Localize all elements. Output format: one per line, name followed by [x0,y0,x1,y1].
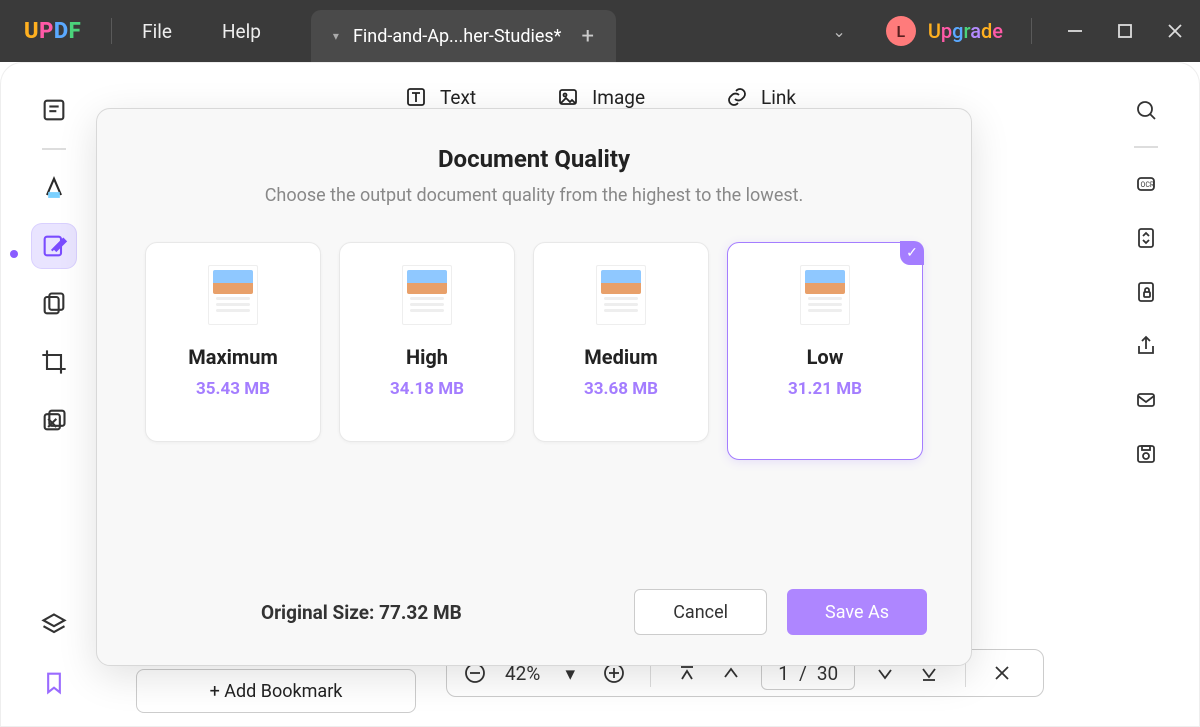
edit-text-button[interactable]: Text [404,85,476,109]
option-size: 35.43 MB [196,379,270,399]
dialog-footer: Original Size: 77.32 MB Cancel Save As [141,589,927,635]
option-label: Low [807,345,844,369]
image-icon [556,85,580,109]
avatar: L [886,16,916,46]
edit-image-button[interactable]: Image [556,85,645,109]
edit-tool-icon[interactable] [32,224,76,268]
tab-dropdown-icon[interactable]: ▾ [333,29,339,43]
edit-link-button[interactable]: Link [725,85,796,109]
edit-link-label: Link [761,86,796,109]
thumbnail-icon [596,265,646,325]
window-close-icon[interactable] [1150,0,1200,62]
option-size: 33.68 MB [584,379,658,399]
window-minimize-icon[interactable] [1050,0,1100,62]
upgrade-label: Upgrade [928,19,1003,43]
selected-check-icon: ✓ [900,241,924,265]
left-tool-rail [14,72,94,717]
edit-image-label: Image [592,86,645,109]
thumbnail-icon [208,265,258,325]
tab-add-icon[interactable]: + [575,24,593,49]
document-quality-dialog: Document Quality Choose the output docum… [96,108,972,666]
thumbnail-icon [402,265,452,325]
reader-tool-icon[interactable] [32,88,76,132]
link-icon [725,85,749,109]
add-bookmark-button[interactable]: + Add Bookmark [136,669,416,713]
ocr-icon[interactable]: OCR [1126,164,1166,204]
option-size: 34.18 MB [390,379,464,399]
window-separator [1031,18,1032,44]
save-icon[interactable] [1126,434,1166,474]
save-as-button[interactable]: Save As [787,589,927,635]
option-label: Medium [584,345,657,369]
edit-text-label: Text [440,86,476,109]
rail-divider [42,148,66,150]
close-bar-icon[interactable] [988,659,1016,687]
layers-panel-icon[interactable] [32,603,76,647]
option-size: 31.21 MB [788,379,862,399]
original-size-label: Original Size: 77.32 MB [261,601,462,624]
quality-option-medium[interactable]: Medium 33.68 MB [533,242,709,442]
tab-title: Find-and-Ap...her-Studies* [353,26,562,47]
window-controls [1050,0,1200,62]
quality-option-high[interactable]: High 34.18 MB [339,242,515,442]
svg-text:OCR: OCR [1141,181,1155,189]
convert-icon[interactable] [1126,218,1166,258]
window-maximize-icon[interactable] [1100,0,1150,62]
layers-tool-icon[interactable] [32,398,76,442]
protect-icon[interactable] [1126,272,1166,312]
right-tool-rail: OCR [1106,72,1186,717]
menu-help[interactable]: Help [222,20,261,43]
rail-divider [1134,146,1158,148]
menu-separator [111,18,112,44]
document-tab[interactable]: ▾ Find-and-Ap...her-Studies* + [311,10,616,62]
dialog-subtitle: Choose the output document quality from … [141,185,927,206]
cancel-button[interactable]: Cancel [634,589,767,635]
quality-option-maximum[interactable]: Maximum 35.43 MB [145,242,321,442]
quality-option-low[interactable]: ✓ Low 31.21 MB [727,242,923,460]
tabs-overflow-dropdown[interactable]: ⌄ [792,22,885,41]
quality-optionsReflectionList: Maximum 35.43 MB High 34.18 MB Medium 33… [141,242,927,460]
upgrade-button[interactable]: L Upgrade [886,16,1003,46]
bookmark-panel-icon[interactable] [32,661,76,705]
menu-file[interactable]: File [142,20,172,43]
highlight-tool-icon[interactable] [32,166,76,210]
title-bar: UPDF File Help ▾ Find-and-Ap...her-Studi… [0,0,1200,62]
mail-icon[interactable] [1126,380,1166,420]
text-icon [404,85,428,109]
option-label: High [406,345,448,369]
app-logo: UPDF [24,19,81,44]
app-body: OCR Text Image Link Book int + Add [0,62,1200,727]
dialog-title: Document Quality [141,145,927,173]
search-icon[interactable] [1126,90,1166,130]
share-icon[interactable] [1126,326,1166,366]
option-label: Maximum [188,345,278,369]
thumbnail-icon [800,265,850,325]
copy-tool-icon[interactable] [32,282,76,326]
crop-tool-icon[interactable] [32,340,76,384]
